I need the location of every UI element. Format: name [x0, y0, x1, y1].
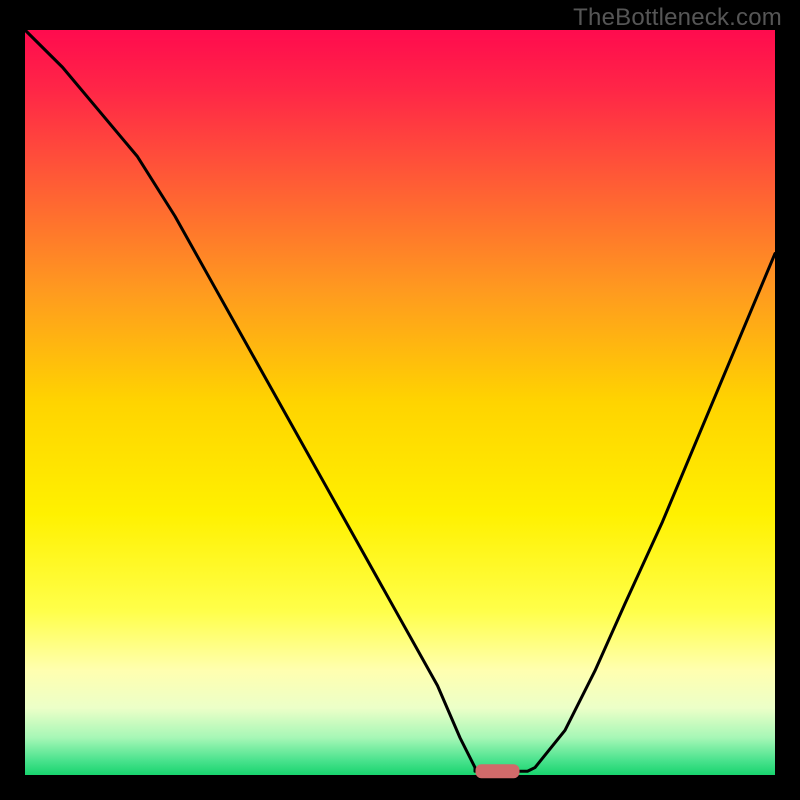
bottleneck-chart [0, 0, 800, 800]
chart-frame: TheBottleneck.com [0, 0, 800, 800]
gradient-background [25, 30, 775, 775]
watermark-text: TheBottleneck.com [573, 4, 782, 32]
optimum-marker [476, 764, 520, 778]
